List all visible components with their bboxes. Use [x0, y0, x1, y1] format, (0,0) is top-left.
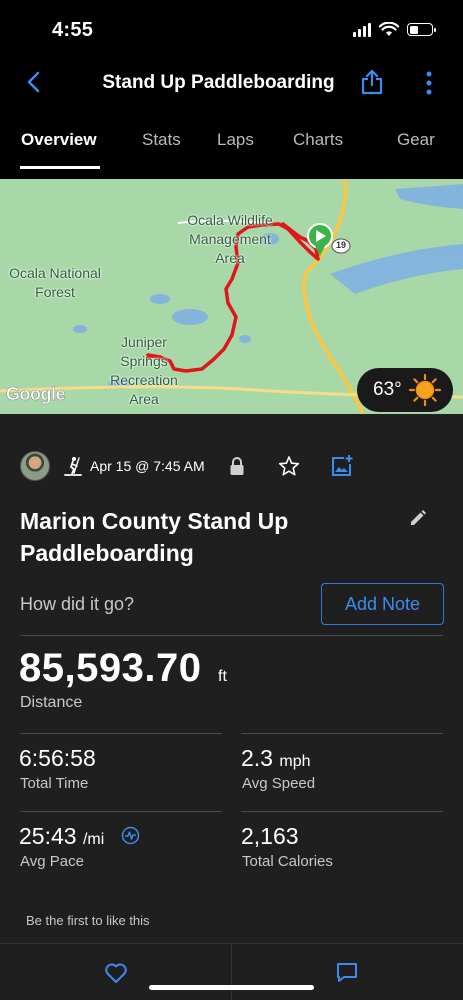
avg-pace-unit: /mi: [82, 831, 105, 848]
avg-speed-label: Avg Speed: [242, 775, 316, 792]
google-logo: Google: [6, 384, 66, 405]
activity-meta-row: Apr 15 @ 7:45 AM: [0, 451, 463, 481]
route-shield-label: 19: [335, 240, 346, 250]
divider: [20, 733, 222, 734]
add-note-button[interactable]: Add Note: [321, 583, 444, 625]
total-time-value: 6:56:58: [19, 745, 96, 771]
tab-laps[interactable]: Laps: [217, 130, 254, 150]
divider: [241, 733, 443, 734]
avg-pace-label: Avg Pace: [20, 853, 84, 870]
distance-value: 85,593.70: [19, 646, 202, 690]
avg-speed-value: 2.3: [241, 745, 273, 771]
like-summary: Be the first to like this: [26, 913, 150, 928]
like-heart-icon[interactable]: [104, 962, 128, 984]
status-icons: [353, 22, 436, 37]
avatar[interactable]: [20, 451, 50, 481]
status-bar: 4:55: [0, 0, 463, 60]
map-label-ocala-wildlife: Ocala Wildlife Management Area: [187, 212, 273, 266]
avg-speed-stat: 2.3 mph: [241, 745, 311, 772]
how-did-it-go-prompt: How did it go?: [20, 594, 135, 614]
weather-temperature: 63°: [373, 379, 402, 400]
comment-icon[interactable]: [336, 962, 358, 984]
more-options-icon[interactable]: [420, 69, 438, 97]
share-icon[interactable]: [358, 68, 386, 96]
bottom-action-bar: [0, 943, 463, 1000]
active-tab-indicator: [20, 166, 100, 169]
tab-charts[interactable]: Charts: [293, 130, 343, 150]
star-icon[interactable]: [278, 455, 300, 477]
total-calories-value: 2,163: [241, 823, 299, 849]
lock-icon[interactable]: [228, 455, 246, 477]
tab-bar: Overview Stats Laps Charts Gear: [0, 118, 463, 170]
avg-speed-unit: mph: [279, 753, 311, 770]
avg-pace-value: 25:43: [19, 823, 77, 849]
map-label-juniper: Juniper Springs Recreation Area: [110, 334, 178, 407]
divider: [20, 811, 222, 812]
tab-overview[interactable]: Overview: [21, 130, 97, 150]
battery-icon: [407, 23, 436, 36]
page-title: Stand Up Paddleboarding: [102, 72, 335, 93]
divider: [241, 811, 443, 812]
tab-gear[interactable]: Gear: [397, 130, 435, 150]
avg-pace-stat: 25:43 /mi: [19, 823, 104, 850]
activity-title: Marion County Stand Up Paddleboarding: [20, 508, 289, 566]
divider: [20, 635, 443, 636]
weather-badge[interactable]: 63°: [357, 368, 453, 412]
distance-unit: ft: [218, 668, 227, 685]
wifi-icon: [379, 22, 399, 36]
nav-bar: Stand Up Paddleboarding: [0, 60, 463, 106]
cellular-signal-icon: [353, 22, 371, 37]
tab-stats[interactable]: Stats: [142, 130, 181, 150]
distance-label: Distance: [20, 694, 83, 711]
pace-chart-icon[interactable]: [121, 826, 140, 845]
map-label-ocala-national: Ocala National Forest: [9, 265, 101, 300]
activity-date: Apr 15 @ 7:45 AM: [90, 458, 205, 474]
status-time: 4:55: [52, 19, 94, 41]
divider: [231, 944, 232, 1000]
total-time-label: Total Time: [20, 775, 89, 792]
add-photo-icon[interactable]: [330, 454, 354, 478]
paddleboard-activity-icon: [64, 457, 82, 476]
edit-pencil-icon[interactable]: [408, 508, 428, 528]
sun-icon: [408, 373, 441, 407]
total-calories-label: Total Calories: [242, 853, 333, 870]
home-indicator: [149, 985, 314, 990]
